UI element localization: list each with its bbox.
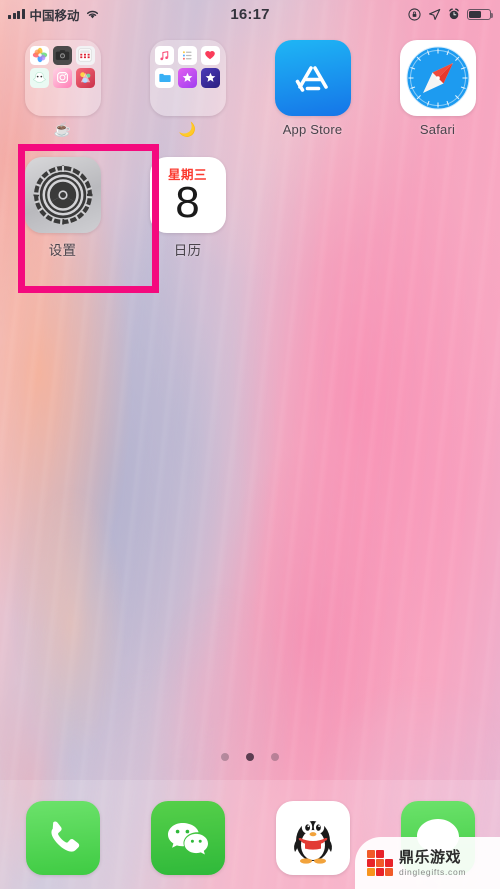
wifi-icon (86, 10, 98, 19)
status-bar-right (335, 7, 500, 21)
imovie-icon (200, 68, 220, 88)
watermark-text: 鼎乐游戏 dinglegifts.com (399, 850, 466, 877)
rotation-lock-icon (408, 7, 421, 21)
calculator-icon (75, 45, 95, 65)
folder-slot-empty (30, 91, 49, 110)
settings-label: 设置 (48, 243, 77, 258)
home-screen-app-grid: ☕ 🌙 App Store Safari 设置 星期三 8 日历 (0, 40, 500, 259)
app-cell-calendar[interactable]: 星期三 8 日历 (125, 157, 250, 259)
camera-icon (52, 45, 73, 65)
safari-label: Safari (419, 122, 456, 137)
folder-slot-empty (155, 91, 174, 110)
folder-slot-empty (178, 91, 197, 110)
reminders-icon (177, 45, 198, 65)
page-dot-1[interactable] (221, 753, 229, 761)
settings-gear-icon[interactable] (24, 157, 101, 233)
app-store-icon[interactable] (274, 40, 351, 116)
location-arrow-icon (429, 8, 441, 20)
app-cell-folder-2[interactable]: 🌙 (125, 40, 250, 137)
folder-1-icon[interactable] (24, 40, 101, 116)
folder-2-label: 🌙 (178, 121, 197, 137)
snapchat-icon (30, 68, 50, 88)
wechat-bubbles-icon[interactable] (150, 800, 225, 875)
app-cell-folder-1[interactable]: ☕ (0, 40, 125, 137)
calendar-day-number: 8 (175, 177, 200, 227)
app-store-label: App Store (282, 122, 343, 137)
folder-1-label: ☕ (53, 121, 72, 137)
music-icon (155, 45, 175, 65)
app-cell-safari[interactable]: Safari (375, 40, 500, 137)
qq-penguin-icon[interactable] (275, 800, 350, 875)
folder-2-icon[interactable] (149, 40, 226, 116)
app-cell-app-store[interactable]: App Store (250, 40, 375, 137)
app-cell-settings[interactable]: 设置 (0, 157, 125, 259)
page-indicator-dots[interactable] (0, 753, 500, 761)
instagram-icon (52, 68, 73, 88)
phone-handset-icon[interactable] (25, 800, 100, 875)
art-app-icon (75, 68, 95, 88)
status-bar: 中国移动 16:17 (0, 0, 500, 28)
watermark-brand: 鼎乐游戏 (399, 848, 462, 866)
folder-slot-empty (201, 91, 220, 110)
page-dot-2-active[interactable] (246, 753, 254, 761)
folder-slot-empty (76, 91, 95, 110)
carrier-label: 中国移动 (29, 8, 80, 23)
status-bar-left: 中国移动 (0, 5, 165, 24)
watermark-url: dinglegifts.com (399, 866, 467, 877)
photos-star-icon (177, 68, 198, 88)
calendar-icon[interactable]: 星期三 8 (149, 157, 226, 233)
folder-slot-empty (53, 91, 72, 110)
page-dot-3[interactable] (271, 753, 279, 761)
files-icon (155, 68, 175, 88)
battery-icon (467, 8, 493, 20)
alarm-clock-icon (449, 8, 459, 20)
calendar-label: 日历 (173, 243, 202, 258)
health-icon (200, 45, 220, 65)
signal-bars-icon (8, 9, 25, 19)
dingle-checker-logo (367, 850, 393, 876)
status-bar-clock: 16:17 (230, 5, 270, 23)
site-watermark: 鼎乐游戏 dinglegifts.com (355, 837, 500, 889)
status-bar-center: 16:17 (165, 6, 335, 23)
photos-icon (30, 45, 50, 65)
safari-compass-icon[interactable] (399, 40, 476, 116)
